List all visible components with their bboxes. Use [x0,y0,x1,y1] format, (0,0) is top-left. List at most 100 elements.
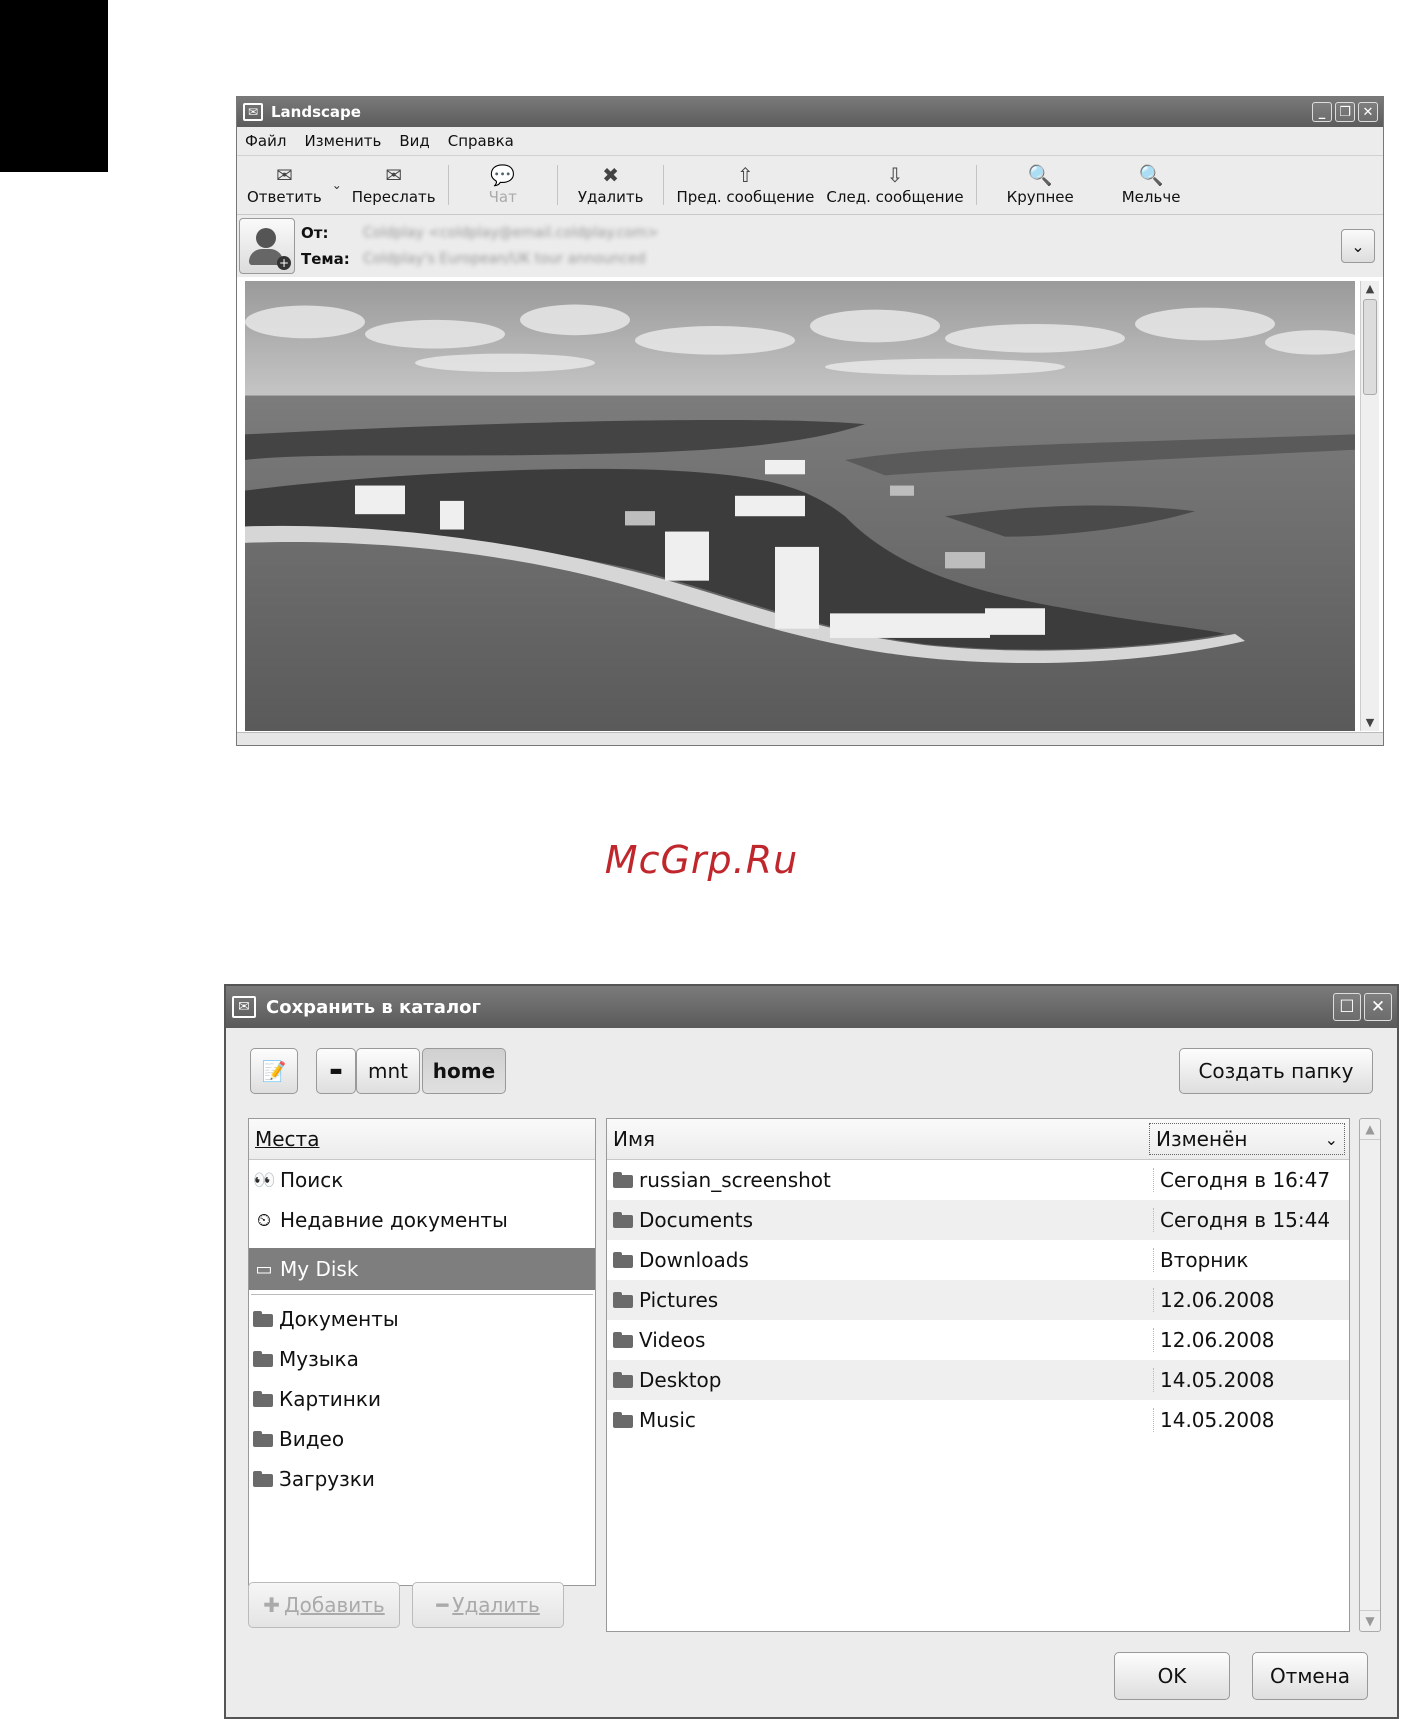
landscape-photo [245,281,1355,731]
maximize-icon[interactable]: ☐ [1333,993,1361,1021]
add-contact-avatar[interactable]: + [239,218,295,274]
folder-icon [253,1311,273,1327]
folder-icon [613,1292,633,1308]
mail-app-icon: ✉ [243,103,263,121]
cancel-button[interactable]: Отмена [1252,1652,1368,1700]
arrow-up-icon: ⇧ [737,163,754,187]
next-message-button[interactable]: ⇩ След. сообщение [820,158,969,212]
zoom-in-icon: 🔍 [1027,163,1053,187]
disk-icon: ▬ [329,1063,343,1079]
mail-window: ✉ Landscape _ ❐ ✕ Файл Изменить Вид Спра… [236,96,1384,746]
zoom-in-button[interactable]: 🔍 Крупнее [983,158,1098,212]
bookmark-music[interactable]: Музыка [249,1339,595,1379]
minus-icon: ━ [436,1593,449,1617]
title-bar[interactable]: ✉ Landscape _ ❐ ✕ [237,97,1383,127]
disk-icon: ▭ [255,1258,273,1280]
expand-header-button[interactable]: ⌄ [1341,229,1375,263]
sort-chevron-icon: ⌄ [1324,1129,1338,1149]
scroll-up-icon[interactable]: ▲ [1361,281,1379,297]
menu-edit[interactable]: Изменить [304,132,381,150]
menu-help[interactable]: Справка [448,132,514,150]
bookmark-videos[interactable]: Видео [249,1419,595,1459]
bookmark-documents[interactable]: Документы [249,1299,595,1339]
file-list-scrollbar[interactable]: ▲ ▼ [1359,1118,1381,1632]
folder-icon [613,1412,633,1428]
toolbar-separator [975,165,977,205]
toolbar-separator [663,165,665,205]
menu-file[interactable]: Файл [245,132,286,150]
path-home-button[interactable]: home [422,1048,506,1094]
edit-document-icon: 📝 [261,1059,287,1083]
scroll-down-icon[interactable]: ▼ [1361,715,1379,731]
toolbar: ✉ Ответить ⌄ ✉ Переслать 💬 Чат ✖ Удалить… [237,156,1383,215]
plus-icon: ✚ [263,1593,281,1617]
chat-bubble-icon: 💬 [490,163,516,187]
add-bookmark-button[interactable]: ✚ Добавить [248,1582,400,1628]
from-value: Coldplay <coldplay@email.coldplay.com> [363,225,659,241]
save-dialog: ✉ Сохранить в каталог ☐ ✕ 📝 ▬ mnt home С… [224,984,1399,1719]
toolbar-separator [447,165,449,205]
zoom-out-button[interactable]: 🔍 Мельче [1098,158,1205,212]
ok-button[interactable]: OK [1114,1652,1230,1700]
file-row[interactable]: russian_screenshot Сегодня в 16:47 [607,1160,1349,1200]
file-row[interactable]: Videos 12.06.2008 [607,1320,1349,1360]
close-icon[interactable]: ✕ [1358,102,1378,122]
reply-envelope-icon: ✉ [275,163,293,187]
places-item-search[interactable]: 👀 Поиск [249,1160,595,1200]
prev-message-button[interactable]: ⇧ Пред. сообщение [670,158,820,212]
file-row[interactable]: Desktop 14.05.2008 [607,1360,1349,1400]
delete-button[interactable]: ✖ Удалить [564,158,658,212]
bookmark-pictures[interactable]: Картинки [249,1379,595,1419]
places-item-my-disk[interactable]: ▭ My Disk [249,1248,595,1290]
scroll-up-icon[interactable]: ▲ [1360,1119,1380,1140]
folder-icon [613,1212,633,1228]
message-body: ▲ ▼ [237,277,1383,745]
folder-icon [613,1252,633,1268]
places-header[interactable]: Места [249,1119,595,1160]
remove-bookmark-button[interactable]: ━ Удалить [412,1582,564,1628]
file-row[interactable]: Pictures 12.06.2008 [607,1280,1349,1320]
places-separator [251,1294,593,1295]
path-mnt-button[interactable]: mnt [356,1048,420,1094]
dialog-app-icon: ✉ [232,996,256,1018]
close-icon[interactable]: ✕ [1364,993,1392,1021]
places-item-recent[interactable]: ⏲ Недавние документы [249,1200,595,1240]
folder-icon [253,1431,273,1447]
reply-dropdown-icon[interactable]: ⌄ [332,178,342,192]
forward-button[interactable]: ✉ Переслать [346,158,442,212]
column-modified[interactable]: Изменён ⌄ [1149,1123,1345,1155]
restore-icon[interactable]: ❐ [1335,102,1355,122]
from-label: От: [301,224,329,242]
folder-icon [613,1332,633,1348]
file-row[interactable]: Music 14.05.2008 [607,1400,1349,1440]
file-row[interactable]: Documents Сегодня в 15:44 [607,1200,1349,1240]
dialog-title: Сохранить в каталог [266,996,481,1018]
message-scrollbar[interactable]: ▲ ▼ [1360,281,1379,731]
dialog-title-bar[interactable]: ✉ Сохранить в каталог ☐ ✕ [226,986,1397,1028]
file-list-header: Имя Изменён ⌄ [607,1119,1349,1160]
message-header: + От: Coldplay <coldplay@email.coldplay.… [237,215,1383,278]
folder-icon [613,1172,633,1188]
edit-path-button[interactable]: 📝 [250,1048,298,1094]
minimize-icon[interactable]: _ [1312,102,1332,122]
create-folder-button[interactable]: Создать папку [1179,1048,1373,1094]
arrow-down-icon: ⇩ [886,163,904,187]
person-head-icon [256,228,276,248]
bookmark-downloads[interactable]: Загрузки [249,1459,595,1499]
scroll-down-icon[interactable]: ▼ [1360,1610,1380,1631]
chat-button[interactable]: 💬 Чат [455,158,551,212]
subject-value: Coldplay's European/UK tour announced [363,251,646,267]
chevron-down-icon: ⌄ [1351,236,1365,256]
reply-button[interactable]: ✉ Ответить [241,158,328,212]
menu-view[interactable]: Вид [399,132,429,150]
file-row[interactable]: Downloads Вторник [607,1240,1349,1280]
path-bar: 📝 ▬ mnt home Создать папку [250,1048,1373,1100]
root-disk-button[interactable]: ▬ [316,1048,356,1094]
scroll-thumb[interactable] [1363,299,1377,395]
column-name[interactable]: Имя [607,1119,1149,1159]
menu-bar: Файл Изменить Вид Справка [237,127,1383,156]
zoom-out-icon: 🔍 [1138,163,1164,187]
delete-x-icon: ✖ [602,163,620,187]
black-page-tab [0,0,108,172]
folder-icon [253,1391,273,1407]
